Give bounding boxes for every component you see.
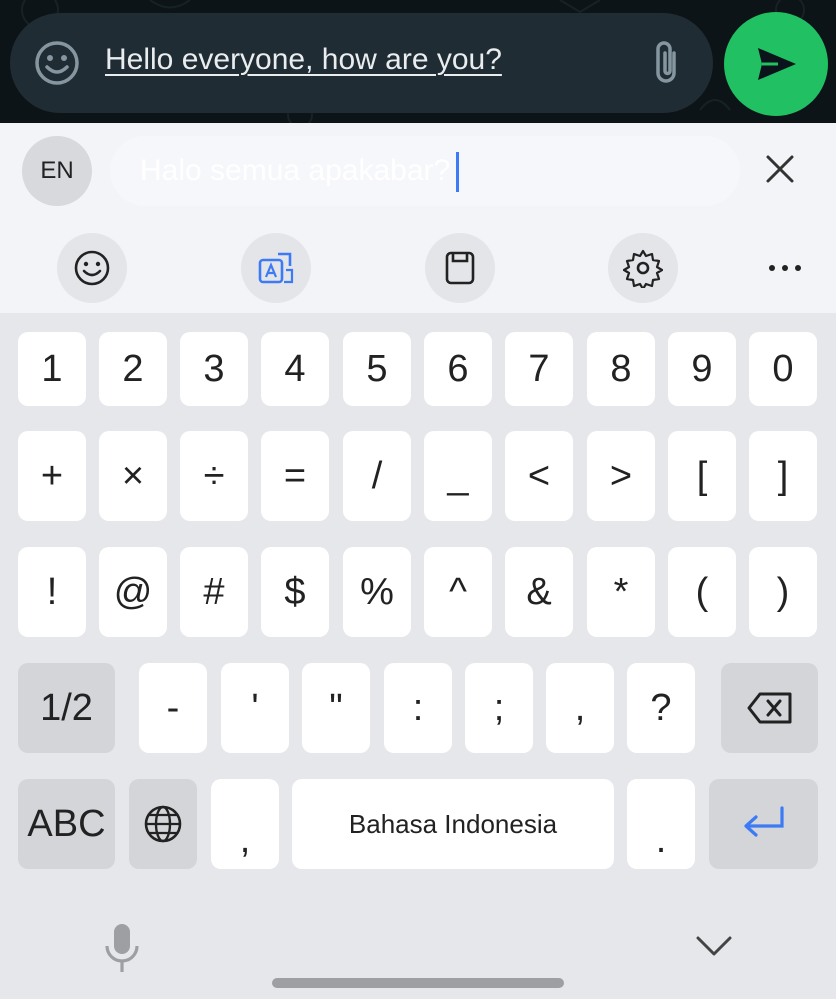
emoji-icon: [74, 250, 110, 286]
comma-key[interactable]: ,: [211, 779, 279, 869]
space-key[interactable]: Bahasa Indonesia: [292, 779, 614, 869]
close-icon[interactable]: [760, 149, 800, 189]
language-badge[interactable]: EN: [22, 136, 92, 206]
key[interactable]: [: [668, 431, 736, 521]
abc-key[interactable]: ABC: [18, 779, 115, 869]
send-button[interactable]: [724, 12, 828, 116]
settings-button[interactable]: [608, 233, 678, 303]
key[interactable]: 8: [587, 332, 655, 406]
translated-text: Halo semua apakabar?: [140, 153, 451, 187]
key[interactable]: ×: [99, 431, 167, 521]
key[interactable]: >: [587, 431, 655, 521]
key[interactable]: =: [261, 431, 329, 521]
key[interactable]: 4: [261, 332, 329, 406]
enter-icon: [743, 806, 784, 837]
more-button[interactable]: [752, 243, 818, 293]
page-toggle-key[interactable]: 1/2: [18, 663, 115, 753]
key[interactable]: ,: [546, 663, 614, 753]
key[interactable]: _: [424, 431, 492, 521]
key[interactable]: 7: [505, 332, 573, 406]
key[interactable]: 6: [424, 332, 492, 406]
clipboard-icon: [445, 251, 475, 285]
key[interactable]: /: [343, 431, 411, 521]
key[interactable]: ^: [424, 547, 492, 637]
keyboard-toolbar: [0, 223, 836, 313]
emoji-icon[interactable]: [34, 40, 80, 86]
key[interactable]: 1: [18, 332, 86, 406]
key[interactable]: +: [18, 431, 86, 521]
period-key[interactable]: .: [627, 779, 695, 869]
globe-icon: [144, 805, 182, 843]
key[interactable]: !: [18, 547, 86, 637]
translate-icon: [258, 252, 294, 284]
clipboard-button[interactable]: [425, 233, 495, 303]
key[interactable]: <: [505, 431, 573, 521]
key[interactable]: 2: [99, 332, 167, 406]
key[interactable]: ]: [749, 431, 817, 521]
key[interactable]: #: [180, 547, 248, 637]
key[interactable]: %: [343, 547, 411, 637]
mic-icon[interactable]: [102, 920, 142, 974]
key[interactable]: 5: [343, 332, 411, 406]
key[interactable]: ;: [465, 663, 533, 753]
key[interactable]: &: [505, 547, 573, 637]
key[interactable]: -: [139, 663, 207, 753]
translator-bar: EN Halo semua apakabar?: [0, 123, 836, 223]
message-text[interactable]: Hello everyone, how are you?: [105, 43, 502, 77]
key[interactable]: $: [261, 547, 329, 637]
enter-key[interactable]: [709, 779, 818, 869]
key[interactable]: :: [384, 663, 452, 753]
backspace-key[interactable]: [721, 663, 818, 753]
key[interactable]: @: [99, 547, 167, 637]
key[interactable]: (: [668, 547, 736, 637]
key[interactable]: ": [302, 663, 370, 753]
backspace-icon: [747, 692, 791, 724]
key[interactable]: ): [749, 547, 817, 637]
text-caret: [456, 152, 460, 192]
globe-key[interactable]: [129, 779, 197, 869]
key[interactable]: 3: [180, 332, 248, 406]
home-indicator[interactable]: [272, 978, 564, 988]
key[interactable]: ÷: [180, 431, 248, 521]
translate-button[interactable]: [241, 233, 311, 303]
settings-icon: [623, 249, 663, 288]
translation-input[interactable]: Halo semua apakabar?: [110, 136, 740, 206]
key[interactable]: ': [221, 663, 289, 753]
more-icon: [769, 265, 801, 271]
message-input-field[interactable]: Hello everyone, how are you?: [10, 13, 713, 113]
chat-input-bar: Hello everyone, how are you?: [0, 0, 836, 123]
chevron-down-icon[interactable]: [694, 934, 734, 958]
key[interactable]: *: [587, 547, 655, 637]
send-icon: [758, 48, 796, 80]
key[interactable]: 9: [668, 332, 736, 406]
paperclip-icon[interactable]: [646, 39, 686, 87]
key[interactable]: 0: [749, 332, 817, 406]
emoji-button[interactable]: [57, 233, 127, 303]
key[interactable]: ?: [627, 663, 695, 753]
